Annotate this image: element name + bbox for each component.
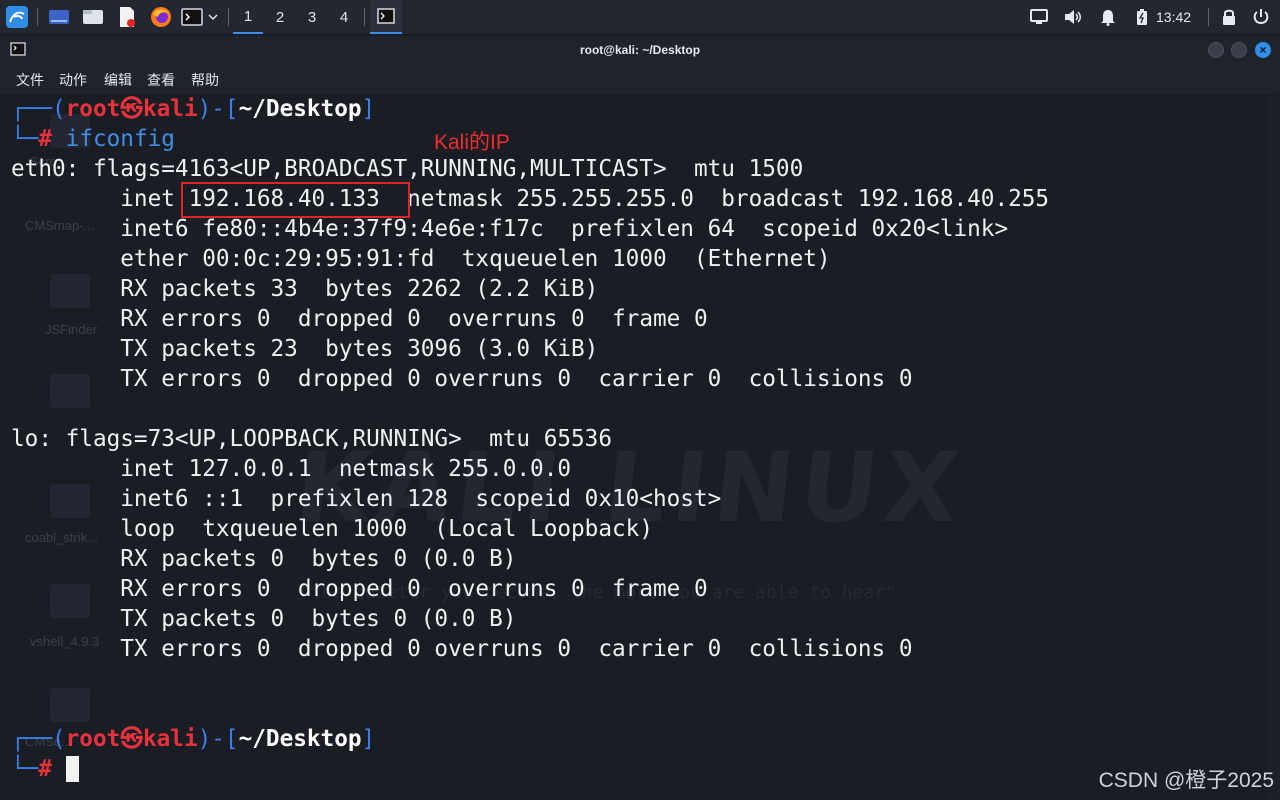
prompt-host: kali — [142, 726, 198, 752]
window-title: root@kali: ~/Desktop — [579, 43, 701, 57]
menu-bar: 文件 动作 编辑 查看 帮助 — [0, 66, 1280, 92]
workspace-2[interactable]: 2 — [265, 0, 295, 34]
output-line: eth0: flags=4163<UP,BROADCAST,RUNNING,MU… — [11, 156, 804, 182]
output-line: inet 127.0.0.1 netmask 255.0.0.0 — [11, 456, 572, 482]
menu-view[interactable]: 查看 — [147, 70, 175, 90]
minimize-button[interactable] — [1208, 42, 1224, 58]
display-icon[interactable] — [1028, 5, 1050, 29]
close-button[interactable]: × — [1255, 42, 1271, 58]
text-cursor[interactable] — [65, 756, 79, 782]
menu-edit[interactable]: 编辑 — [104, 70, 132, 90]
ip-highlight-box — [181, 182, 410, 218]
close-icon: × — [1259, 43, 1267, 57]
window-titlebar[interactable]: root@kali: ~/Desktop × — [0, 36, 1280, 64]
output-line: TX errors 0 dropped 0 overruns 0 carrier… — [11, 636, 913, 662]
output-line: TX packets 0 bytes 0 (0.0 B) — [11, 606, 517, 632]
top-panel: 1 2 3 4 13:42 — [0, 0, 1280, 35]
terminal-window: root@kali: ~/Desktop × 文件 动作 编辑 查看 帮助 Sc… — [0, 36, 1280, 800]
output-line: inet6 ::1 prefixlen 128 scopeid 0x10<hos… — [11, 486, 722, 512]
workspace-1[interactable]: 1 — [233, 0, 263, 34]
prompt-hash: # — [38, 756, 52, 782]
workspace-label: 2 — [275, 8, 285, 26]
panel-separator — [1208, 8, 1209, 26]
battery-icon[interactable] — [1131, 5, 1153, 29]
firefox-icon[interactable] — [148, 5, 174, 29]
workspace-label: 1 — [243, 7, 253, 25]
output-line: inet6 fe80::4b4e:37f9:4e6e:f17c prefixle… — [11, 216, 1009, 242]
workspace-label: 3 — [307, 8, 317, 26]
prompt-skull: ㉿ — [120, 96, 143, 122]
file-manager-icon[interactable] — [80, 5, 106, 29]
output-line: lo: flags=73<UP,LOOPBACK,RUNNING> mtu 65… — [11, 426, 612, 452]
prompt-line-top: ┌──(root㉿kali)-[~/Desktop] — [11, 724, 375, 754]
prompt-user: root — [65, 96, 121, 122]
prompt-corner: └─ — [11, 756, 39, 782]
prompt-open: ┌──( — [11, 96, 66, 122]
text-editor-icon[interactable] — [114, 5, 140, 29]
terminal-icon[interactable] — [180, 5, 204, 29]
output-line: RX errors 0 dropped 0 overruns 0 frame 0 — [11, 306, 708, 332]
workspace-3[interactable]: 3 — [297, 0, 327, 34]
lock-icon[interactable] — [1218, 5, 1240, 29]
prompt-corner: └─ — [11, 126, 39, 152]
kali-menu-icon[interactable] — [4, 5, 30, 29]
panel-separator — [37, 8, 38, 26]
maximize-button[interactable] — [1231, 42, 1247, 58]
workspace-4[interactable]: 4 — [329, 0, 359, 34]
terminal-task-icon[interactable] — [370, 0, 402, 34]
prompt-path: ~/Desktop — [238, 726, 362, 752]
csdn-watermark: CSDN @橙子2025 — [1098, 769, 1274, 792]
output-line: RX errors 0 dropped 0 overruns 0 frame 0 — [11, 576, 708, 602]
prompt-skull: ㉿ — [120, 726, 143, 752]
output-line: inet 192.168.40.133 netmask 255.255.255.… — [11, 186, 1050, 212]
menu-help[interactable]: 帮助 — [191, 70, 219, 90]
workspace-label: 4 — [339, 8, 349, 26]
output-line: RX packets 33 bytes 2262 (2.2 KiB) — [11, 276, 599, 302]
power-icon[interactable] — [1250, 5, 1272, 29]
menu-file[interactable]: 文件 — [16, 70, 44, 90]
prompt-open: ┌──( — [11, 726, 66, 752]
prompt-mid: )-[ — [197, 726, 239, 752]
output-line: loop txqueuelen 1000 (Local Loopback) — [11, 516, 653, 542]
output-line: TX packets 23 bytes 3096 (3.0 KiB) — [11, 336, 599, 362]
prompt-hash: # — [38, 126, 52, 152]
volume-icon[interactable] — [1062, 5, 1084, 29]
prompt-line-bottom: └─# — [11, 754, 79, 784]
menu-action[interactable]: 动作 — [59, 70, 87, 90]
output-line: TX errors 0 dropped 0 overruns 0 carrier… — [11, 366, 913, 392]
prompt-mid: )-[ — [197, 96, 239, 122]
output-line: RX packets 0 bytes 0 (0.0 B) — [11, 546, 517, 572]
ip-annotation-label: Kali的IP — [434, 131, 510, 154]
prompt-close: ] — [361, 726, 376, 752]
desktop-file-icon — [50, 688, 90, 722]
panel-separator — [364, 8, 365, 26]
command-text: ifconfig — [65, 126, 175, 152]
output-line: ether 00:0c:29:95:91:fd txqueuelen 1000 … — [11, 246, 831, 272]
show-desktop-icon[interactable] — [46, 5, 72, 29]
scrollbar[interactable] — [1268, 94, 1280, 800]
panel-separator — [228, 8, 229, 26]
prompt-user: root — [65, 726, 121, 752]
panel-clock[interactable]: 13:42 — [1156, 0, 1191, 34]
bell-icon[interactable] — [1097, 5, 1119, 29]
prompt-path: ~/Desktop — [238, 96, 362, 122]
prompt-line-top: ┌──(root㉿kali)-[~/Desktop] — [11, 94, 375, 124]
chevron-down-icon[interactable] — [205, 5, 221, 29]
prompt-close: ] — [361, 96, 376, 122]
prompt-host: kali — [142, 96, 198, 122]
prompt-line-bottom: └─# ifconfig — [11, 124, 175, 154]
